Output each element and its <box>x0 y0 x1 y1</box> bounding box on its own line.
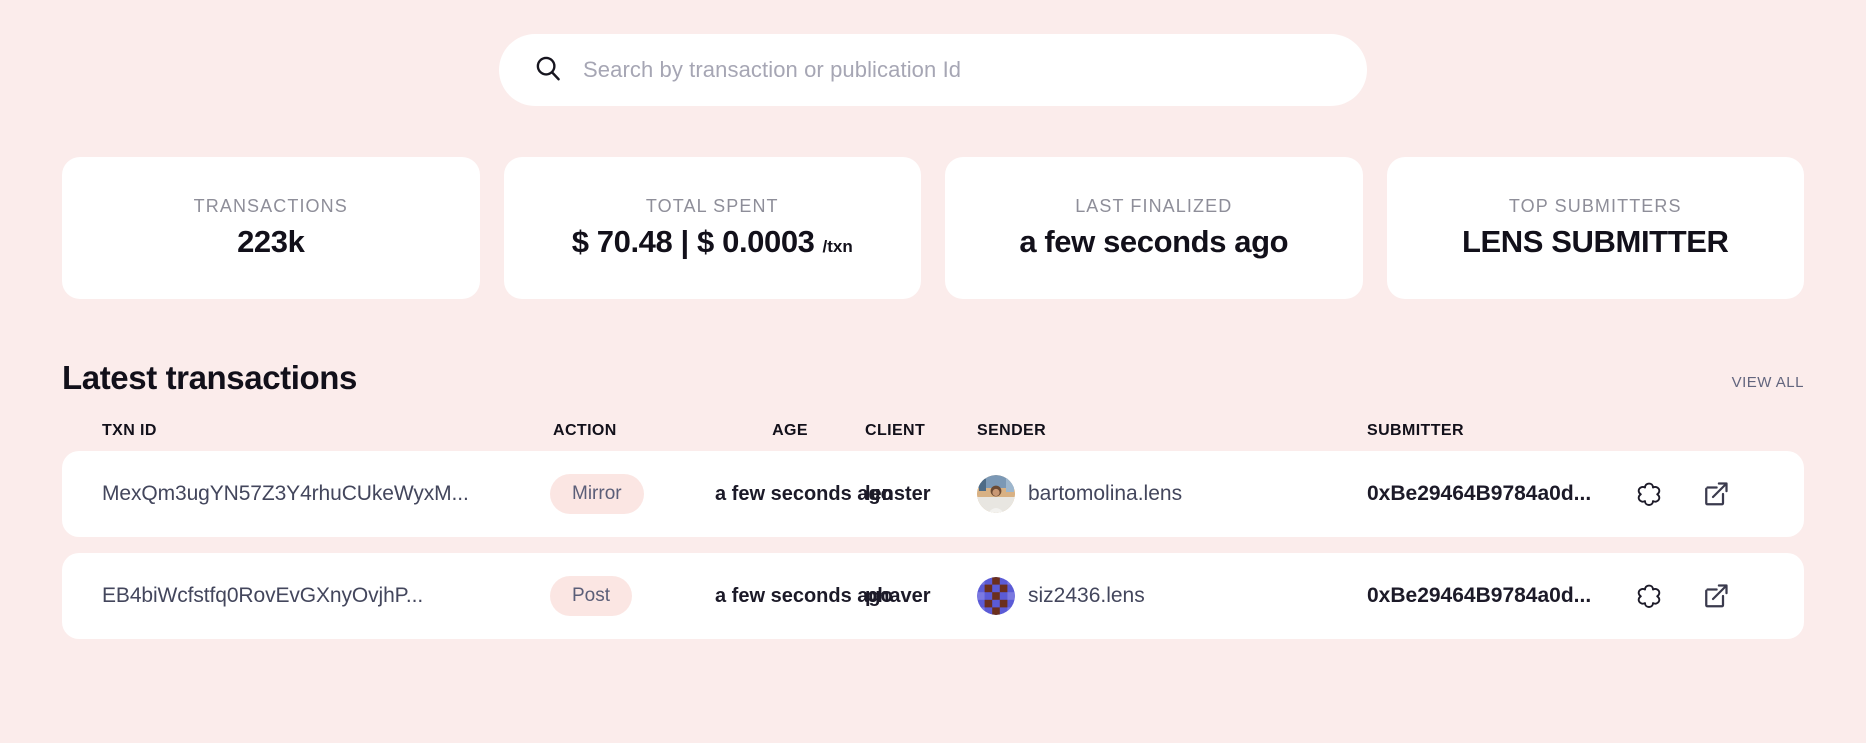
cell-actions <box>1625 580 1786 612</box>
sender-handle: siz2436.lens <box>1028 584 1145 607</box>
lens-flower-icon[interactable] <box>1633 478 1665 510</box>
stat-value-suffix: /txn <box>822 237 853 256</box>
status-badge: Post <box>550 576 633 616</box>
explorer-page: TRANSACTIONS 223k TOTAL SPENT $ 70.48 | … <box>0 0 1866 743</box>
stat-card-last-finalized: LAST FINALIZED a few seconds ago <box>945 157 1363 299</box>
sender-handle: bartomolina.lens <box>1028 482 1183 505</box>
cell-txn-id[interactable]: MexQm3ugYN57Z3Y4rhuCUkeWyxM... <box>80 482 550 506</box>
stats-row: TRANSACTIONS 223k TOTAL SPENT $ 70.48 | … <box>62 157 1804 299</box>
stat-label: TOP SUBMITTERS <box>1508 196 1682 216</box>
column-header-age: AGE <box>772 422 808 439</box>
cell-client: lenster <box>865 482 931 505</box>
search-section <box>62 0 1804 106</box>
stat-card-total-spent: TOTAL SPENT $ 70.48 | $ 0.0003 /txn <box>503 157 921 299</box>
sender-group: siz2436.lens <box>977 577 1367 615</box>
avatar <box>977 475 1015 513</box>
view-all-link[interactable]: VIEW ALL <box>1732 374 1804 397</box>
cell-txn-id[interactable]: EB4biWcfstfq0RovEvGXnyOvjhP... <box>80 584 550 608</box>
stat-value-text: $ 70.48 | $ 0.0003 <box>571 224 815 259</box>
cell-submitter: 0xBe29464B9784a0d... <box>1367 482 1592 505</box>
table-header: TXN ID ACTION AGE CLIENT SENDER SUBMITTE… <box>62 422 1804 440</box>
stat-value-text: LENS SUBMITTER <box>1461 224 1729 259</box>
search-box[interactable] <box>499 34 1367 106</box>
stat-label: TRANSACTIONS <box>193 196 348 216</box>
search-input[interactable] <box>583 57 1333 83</box>
lens-flower-icon[interactable] <box>1633 580 1665 612</box>
stat-label: LAST FINALIZED <box>1075 196 1233 216</box>
cell-client: phaver <box>865 584 931 607</box>
sender-group: bartomolina.lens <box>977 475 1367 513</box>
stat-value: a few seconds ago <box>1019 224 1288 260</box>
section-header: Latest transactions VIEW ALL <box>62 359 1804 397</box>
cell-actions <box>1625 478 1786 510</box>
stat-label: TOTAL SPENT <box>645 196 779 216</box>
cell-action: Mirror <box>550 474 715 514</box>
transactions-list: MexQm3ugYN57Z3Y4rhuCUkeWyxM... Mirror a … <box>62 451 1804 639</box>
column-header-action: ACTION <box>553 422 617 439</box>
column-header-txn-id: TXN ID <box>102 422 157 439</box>
txn-id-text: MexQm3ugYN57Z3Y4rhuCUkeWyxM... <box>102 482 469 505</box>
cell-sender[interactable]: siz2436.lens <box>977 577 1367 615</box>
column-header-client: CLIENT <box>865 422 926 439</box>
stat-card-top-submitters: TOP SUBMITTERS LENS SUBMITTER <box>1386 157 1804 299</box>
cell-age: a few seconds ago <box>715 482 893 505</box>
stat-value-text: a few seconds ago <box>1019 224 1289 259</box>
stat-value: 223k <box>237 224 305 260</box>
cell-action: Post <box>550 576 715 616</box>
avatar <box>977 577 1015 615</box>
external-link-icon[interactable] <box>1701 581 1731 611</box>
status-badge: Mirror <box>550 474 644 514</box>
search-icon <box>533 53 563 88</box>
column-header-submitter: SUBMITTER <box>1367 422 1464 439</box>
cell-submitter: 0xBe29464B9784a0d... <box>1367 584 1592 607</box>
page-title: Latest transactions <box>62 359 357 396</box>
txn-id-text: EB4biWcfstfq0RovEvGXnyOvjhP... <box>102 584 424 607</box>
cell-sender[interactable]: bartomolina.lens <box>977 475 1367 513</box>
stat-value: $ 70.48 | $ 0.0003 /txn <box>572 224 853 260</box>
external-link-icon[interactable] <box>1701 479 1731 509</box>
stat-card-transactions: TRANSACTIONS 223k <box>62 157 480 299</box>
table-row[interactable]: MexQm3ugYN57Z3Y4rhuCUkeWyxM... Mirror a … <box>62 451 1804 537</box>
column-header-sender: SENDER <box>977 422 1047 439</box>
stat-value: LENS SUBMITTER <box>1462 224 1729 260</box>
table-row[interactable]: EB4biWcfstfq0RovEvGXnyOvjhP... Post a fe… <box>62 553 1804 639</box>
cell-age: a few seconds ago <box>715 584 893 607</box>
stat-value-text: 223k <box>237 224 305 259</box>
